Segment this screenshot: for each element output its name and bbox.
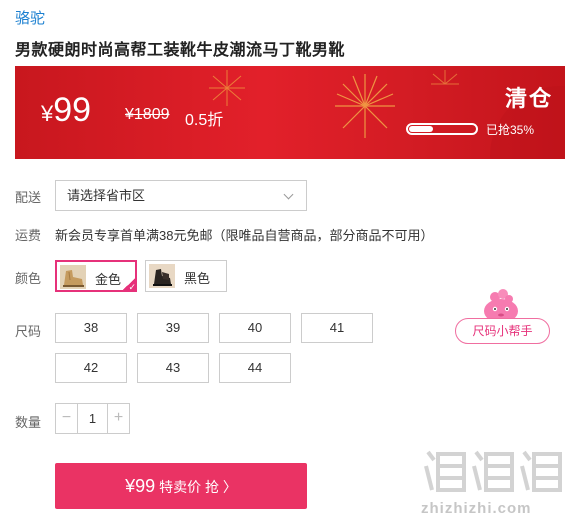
- quantity-plus-button[interactable]: +: [107, 404, 129, 433]
- region-select-value: 请选择省市区: [67, 188, 146, 203]
- watermark-text: zhizhizhi.com: [421, 500, 532, 517]
- color-label: 颜色: [15, 271, 42, 286]
- size-helper-button[interactable]: 尺码小帮手: [455, 318, 550, 344]
- sold-progress-fill: [409, 126, 433, 132]
- size-option-40[interactable]: 40: [219, 313, 291, 343]
- size-option-41[interactable]: 41: [301, 313, 373, 343]
- quantity-minus-button[interactable]: −: [56, 404, 78, 433]
- size-option-44[interactable]: 44: [219, 353, 291, 383]
- delivery-label: 配送: [15, 190, 42, 205]
- banner-price-value: 99: [53, 91, 92, 129]
- check-icon: ✓: [121, 276, 137, 292]
- color-option-gold-label: 金色: [95, 272, 122, 287]
- buy-button[interactable]: ¥99 特卖价 抢 〉: [55, 463, 307, 509]
- size-option-39[interactable]: 39: [137, 313, 209, 343]
- buy-button-text: 特卖价 抢 〉: [159, 479, 237, 495]
- shipping-text: 新会员专享首单满38元免邮（限唯品自营商品，部分商品不可用）: [55, 228, 434, 243]
- fireworks-decoration: [209, 70, 565, 159]
- size-option-42[interactable]: 42: [55, 353, 127, 383]
- buy-button-price: ¥99: [125, 476, 156, 496]
- sold-text: 已抢35%: [486, 123, 535, 137]
- product-title: 男款硬朗时尚高帮工装靴牛皮潮流马丁靴男靴: [15, 42, 346, 59]
- sold-progress-bar: [406, 123, 478, 135]
- shipping-label: 运费: [15, 228, 42, 243]
- region-select[interactable]: 请选择省市区: [55, 180, 307, 211]
- original-price: ¥1809: [125, 106, 170, 123]
- banner-price: ¥99: [41, 90, 91, 134]
- chevron-down-icon: [283, 189, 294, 200]
- banner-currency: ¥: [41, 101, 54, 126]
- gold-boot-thumbnail: [60, 265, 86, 289]
- discount-label: 0.5折: [185, 112, 224, 129]
- brand-link[interactable]: 骆驼: [15, 7, 45, 28]
- size-label: 尺码: [15, 324, 42, 339]
- color-option-gold[interactable]: 金色 ✓: [55, 260, 137, 292]
- quantity-input[interactable]: [78, 404, 107, 433]
- quantity-label: 数量: [15, 415, 42, 430]
- color-option-black-label: 黑色: [184, 271, 211, 286]
- price-banner: ¥99 ¥1809 0.5折 清仓 已抢35%: [15, 66, 565, 159]
- clearance-label: 清仓: [505, 86, 554, 111]
- quantity-stepper: − +: [55, 403, 130, 434]
- mascot-icon: [484, 289, 518, 321]
- color-option-black[interactable]: 黑色: [145, 260, 227, 292]
- black-boot-thumbnail: [149, 264, 175, 288]
- size-option-43[interactable]: 43: [137, 353, 209, 383]
- size-option-38[interactable]: 38: [55, 313, 127, 343]
- watermark-logo: [424, 450, 562, 492]
